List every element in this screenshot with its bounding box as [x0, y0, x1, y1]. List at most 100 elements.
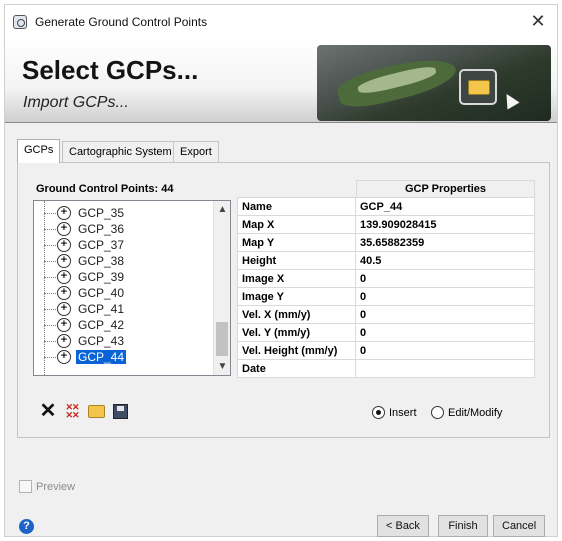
table-row: Map X 139.909028415	[237, 215, 535, 234]
edit-modify-radio-label: Edit/Modify	[448, 406, 503, 419]
property-value[interactable]: 40.5	[355, 251, 535, 270]
table-row: Vel. X (mm/y) 0	[237, 305, 535, 324]
target-plus-icon: +	[57, 334, 71, 348]
property-value[interactable]: 0	[355, 341, 535, 360]
property-key: Name	[237, 197, 356, 216]
tab-cartographic-system[interactable]: Cartographic System	[62, 141, 179, 163]
target-plus-icon: +	[57, 206, 71, 220]
banner-satellite-image	[317, 45, 551, 121]
import-folder-icon	[459, 69, 497, 105]
scroll-thumb[interactable]	[216, 322, 228, 356]
table-row: Height 40.5	[237, 251, 535, 270]
property-value[interactable]: 0	[355, 323, 535, 342]
close-button[interactable]: ✕	[527, 11, 549, 33]
app-icon	[13, 15, 27, 29]
property-value[interactable]: 0	[355, 305, 535, 324]
table-row: Name GCP_44	[237, 197, 535, 216]
help-icon[interactable]: ?	[19, 519, 34, 534]
table-row: Vel. Height (mm/y) 0	[237, 341, 535, 360]
vertical-scrollbar[interactable]: ▲ ▼	[213, 201, 230, 375]
target-plus-icon: +	[57, 318, 71, 332]
gcp-item-label: GCP_41	[78, 302, 125, 316]
delete-x-icon: ✕	[39, 400, 57, 422]
property-key: Height	[237, 251, 356, 270]
delete-all-icon: ✕✕ ✕✕	[65, 402, 79, 420]
gcp-item-label: GCP_42	[78, 318, 125, 332]
target-plus-icon: +	[57, 286, 71, 300]
target-plus-icon: +	[57, 238, 71, 252]
list-item-selected[interactable]: + GCP_44	[34, 349, 214, 365]
radio-checked-icon	[372, 406, 385, 419]
banner-subheading: Import GCPs...	[23, 94, 129, 111]
gcp-tree-list[interactable]: + GCP_35 + GCP_36 + GCP_37 + GCP_38 + GC…	[33, 200, 231, 376]
table-row: Vel. Y (mm/y) 0	[237, 323, 535, 342]
scroll-up-icon[interactable]: ▲	[214, 201, 230, 218]
property-value[interactable]: 0	[355, 287, 535, 306]
open-gcps-button[interactable]	[86, 401, 106, 421]
target-plus-icon: +	[57, 222, 71, 236]
list-item[interactable]: + GCP_40	[34, 285, 214, 301]
target-plus-icon: +	[57, 302, 71, 316]
property-key: Map X	[237, 215, 356, 234]
target-plus-icon: +	[57, 270, 71, 284]
insert-radio-label: Insert	[389, 406, 417, 419]
back-button[interactable]: < Back	[377, 515, 429, 537]
table-row: Image Y 0	[237, 287, 535, 306]
scroll-down-icon[interactable]: ▼	[214, 358, 230, 375]
gcps-tab-panel: Ground Control Points: 44 + GCP_35 + GCP…	[17, 162, 550, 438]
property-value[interactable]: 139.909028415	[355, 215, 535, 234]
cursor-icon	[500, 90, 520, 110]
target-plus-icon: +	[57, 350, 71, 364]
gcp-properties-header: GCP Properties	[356, 180, 535, 197]
tab-export[interactable]: Export	[173, 141, 219, 163]
list-item[interactable]: + GCP_43	[34, 333, 214, 349]
preview-label: Preview	[36, 480, 76, 493]
property-key: Vel. Height (mm/y)	[237, 341, 356, 360]
property-key: Date	[237, 359, 356, 378]
property-value[interactable]: 35.65882359	[355, 233, 535, 252]
gcp-item-label: GCP_44	[76, 350, 127, 364]
property-value[interactable]	[355, 359, 535, 378]
gcp-count-label: Ground Control Points: 44	[36, 183, 174, 195]
table-row: Date	[237, 359, 535, 378]
gcp-item-label: GCP_39	[78, 270, 125, 284]
edit-modify-radio[interactable]: Edit/Modify	[431, 406, 502, 419]
tab-gcps[interactable]: GCPs	[17, 139, 61, 163]
list-item[interactable]: + GCP_38	[34, 253, 214, 269]
open-folder-icon	[87, 404, 105, 418]
property-key: Map Y	[237, 233, 356, 252]
wizard-banner: Select GCPs... Import GCPs...	[5, 39, 557, 123]
delete-all-gcps-button[interactable]: ✕✕ ✕✕	[62, 401, 82, 421]
radio-unchecked-icon	[431, 406, 444, 419]
property-value[interactable]: GCP_44	[355, 197, 535, 216]
gcp-item-label: GCP_37	[78, 238, 125, 252]
checkbox-unchecked-icon	[19, 480, 32, 493]
gcp-item-label: GCP_36	[78, 222, 125, 236]
cancel-button[interactable]: Cancel	[493, 515, 545, 537]
list-item[interactable]: + GCP_41	[34, 301, 214, 317]
banner-heading: Select GCPs...	[22, 55, 199, 85]
title-bar: Generate Ground Control Points ✕	[5, 5, 557, 39]
gcp-item-label: GCP_38	[78, 254, 125, 268]
gcp-properties-table: Name GCP_44 Map X 139.909028415 Map Y 35…	[237, 197, 535, 378]
target-plus-icon: +	[57, 254, 71, 268]
delete-gcp-button[interactable]: ✕	[38, 401, 58, 421]
dialog-window: Generate Ground Control Points ✕ Select …	[4, 4, 558, 537]
list-item[interactable]: + GCP_42	[34, 317, 214, 333]
property-value[interactable]: 0	[355, 269, 535, 288]
save-disk-icon	[112, 403, 128, 419]
list-item[interactable]: + GCP_36	[34, 221, 214, 237]
finish-button[interactable]: Finish	[438, 515, 488, 537]
gcp-item-label: GCP_35	[78, 206, 125, 220]
list-item[interactable]: + GCP_39	[34, 269, 214, 285]
preview-checkbox[interactable]: Preview	[19, 480, 75, 493]
insert-radio[interactable]: Insert	[372, 406, 417, 419]
gcp-item-label: GCP_43	[78, 334, 125, 348]
property-key: Vel. X (mm/y)	[237, 305, 356, 324]
gcp-item-label: GCP_40	[78, 286, 125, 300]
window-title: Generate Ground Control Points	[35, 15, 208, 29]
list-item[interactable]: + GCP_35	[34, 205, 214, 221]
list-item[interactable]: + GCP_37	[34, 237, 214, 253]
save-gcps-button[interactable]	[110, 401, 130, 421]
table-row: Image X 0	[237, 269, 535, 288]
